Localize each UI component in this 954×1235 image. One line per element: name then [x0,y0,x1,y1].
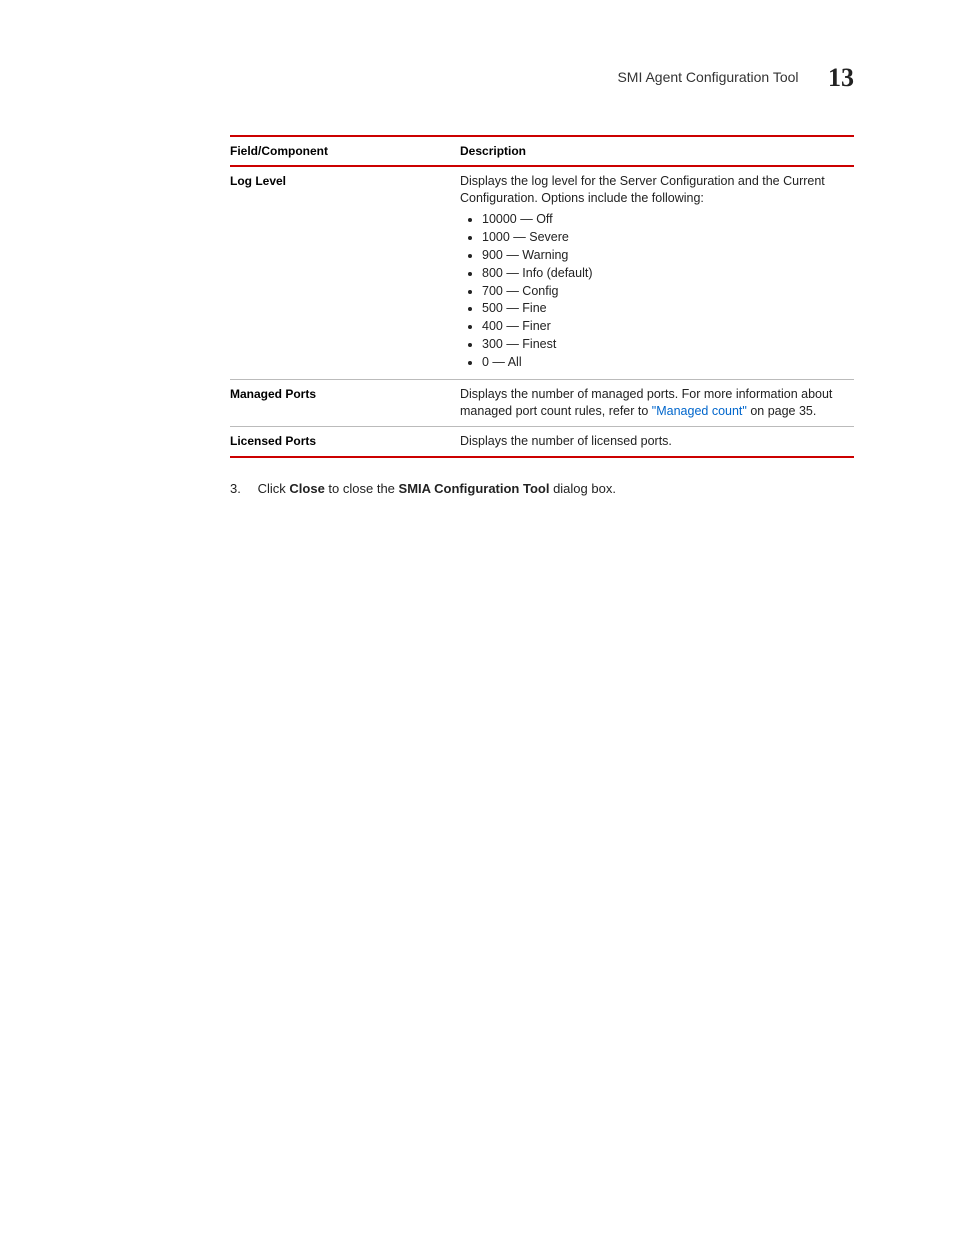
list-item: 1000 — Severe [482,229,850,246]
step-text-pre: Click [258,481,290,496]
list-item: 800 — Info (default) [482,265,850,282]
loglevel-list: 10000 — Off 1000 — Severe 900 — Warning … [460,211,850,371]
list-item: 10000 — Off [482,211,850,228]
table-row: Log Level Displays the log level for the… [230,166,854,379]
list-item: 300 — Finest [482,336,850,353]
loglevel-intro: Displays the log level for the Server Co… [460,174,825,205]
cell-field: Managed Ports [230,379,460,426]
header-title: SMI Agent Configuration Tool [617,68,798,87]
managed-count-link[interactable]: "Managed count" [652,404,747,418]
managed-post: on page 35. [747,404,817,418]
cell-desc: Displays the number of licensed ports. [460,426,854,456]
step-number: 3. [230,480,254,498]
main-content: Field/Component Description Log Level Di… [230,135,854,497]
list-item: 700 — Config [482,283,850,300]
list-item: 0 — All [482,354,850,371]
instruction-step: 3. Click Close to close the SMIA Configu… [230,480,854,498]
step-text-mid: to close the [325,481,399,496]
step-bold-close: Close [289,481,324,496]
chapter-number: 13 [828,60,854,95]
step-text-post: dialog box. [549,481,616,496]
document-page: SMI Agent Configuration Tool 13 Field/Co… [0,0,954,1235]
step-bold-tool: SMIA Configuration Tool [399,481,550,496]
list-item: 500 — Fine [482,300,850,317]
th-field: Field/Component [230,136,460,166]
table-row: Managed Ports Displays the number of man… [230,379,854,426]
reference-table: Field/Component Description Log Level Di… [230,135,854,457]
cell-desc: Displays the number of managed ports. Fo… [460,379,854,426]
cell-field: Licensed Ports [230,426,460,456]
page-header: SMI Agent Configuration Tool 13 [100,60,854,95]
cell-field: Log Level [230,166,460,379]
table-row: Licensed Ports Displays the number of li… [230,426,854,456]
list-item: 900 — Warning [482,247,850,264]
table-header-row: Field/Component Description [230,136,854,166]
list-item: 400 — Finer [482,318,850,335]
th-desc: Description [460,136,854,166]
cell-desc: Displays the log level for the Server Co… [460,166,854,379]
